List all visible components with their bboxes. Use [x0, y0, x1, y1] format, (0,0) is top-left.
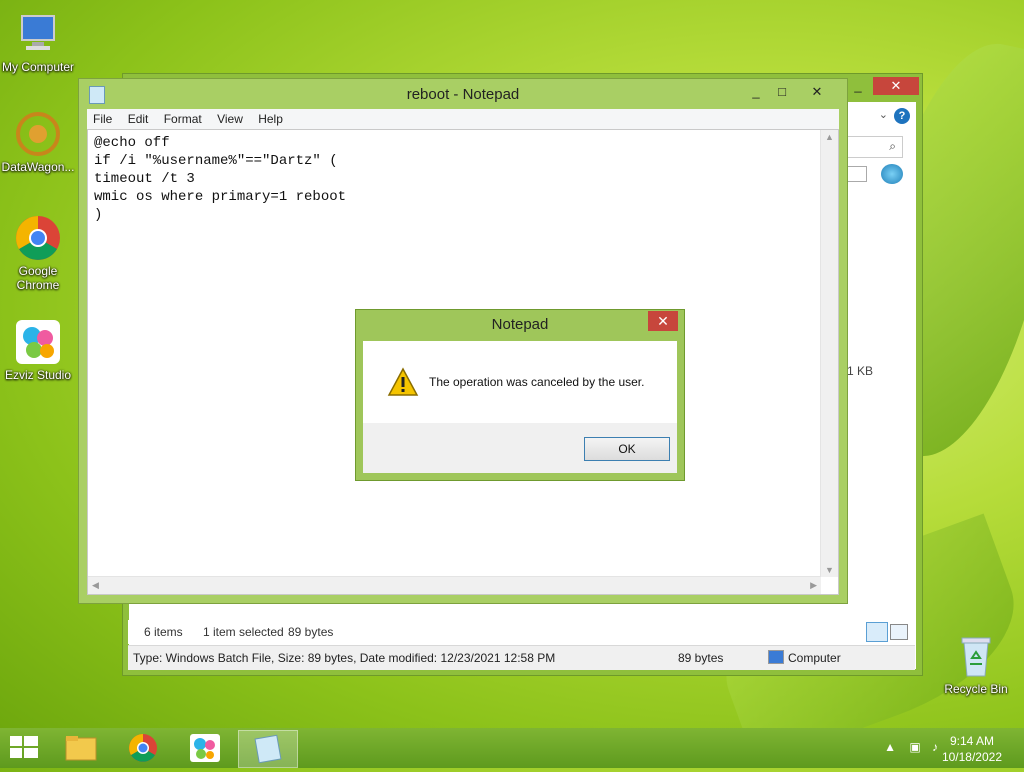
selection-count: 1 item selected	[203, 625, 284, 639]
clock-date: 10/18/2022	[941, 750, 1002, 764]
message-dialog: Notepad ✕ The operation was canceled by …	[355, 309, 685, 481]
taskbar-notepad[interactable]	[238, 730, 298, 768]
ezviz-icon	[14, 318, 62, 366]
computer-icon	[14, 10, 62, 58]
system-tray: ▲ ▣ ♪	[884, 740, 938, 754]
close-icon[interactable]: ✕	[873, 77, 919, 95]
file-details: Type: Windows Batch File, Size: 89 bytes…	[133, 651, 556, 665]
desktop-icon-datawagon[interactable]: DataWagon...	[0, 110, 76, 174]
dialog-body: The operation was canceled by the user. …	[363, 341, 677, 473]
desktop-icon-label: My Computer	[1, 60, 75, 74]
network-icon[interactable]: ▣	[909, 740, 920, 754]
chevron-down-icon[interactable]: ⌄	[879, 108, 888, 121]
desktop-icon-google-chrome[interactable]: Google Chrome	[0, 214, 76, 292]
show-hidden-icons-icon[interactable]: ▲	[884, 740, 896, 754]
shell-icon[interactable]	[881, 164, 903, 184]
dialog-footer: OK	[363, 423, 677, 473]
maximize-icon[interactable]: □	[769, 83, 795, 101]
vertical-scrollbar[interactable]: ▲ ▼	[820, 130, 838, 577]
view-options-icon[interactable]	[845, 166, 867, 182]
scroll-right-icon[interactable]: ▶	[810, 580, 817, 591]
explorer-status-bar: 6 items 1 item selected 89 bytes	[128, 620, 908, 644]
desktop-icon-label: Recycle Bin	[944, 682, 1008, 696]
clock-time: 9:14 AM	[949, 734, 994, 748]
computer-icon	[768, 650, 784, 664]
scroll-left-icon[interactable]: ◀	[92, 580, 99, 591]
help-icon[interactable]: ?	[894, 108, 910, 124]
scroll-up-icon[interactable]: ▲	[825, 132, 834, 142]
clock[interactable]: 9:14 AM 10/18/2022	[942, 733, 1002, 765]
folder-icon	[65, 736, 97, 761]
details-status-bar: Type: Windows Batch File, Size: 89 bytes…	[128, 645, 915, 670]
scroll-down-icon[interactable]: ▼	[825, 565, 834, 575]
search-icon: ⌕	[889, 139, 896, 153]
chrome-icon	[14, 214, 62, 262]
minimize-icon[interactable]: _	[743, 83, 769, 101]
dialog-title: Notepad	[491, 316, 549, 333]
horizontal-scrollbar[interactable]: ◀ ▶	[88, 576, 821, 594]
taskbar-ezviz[interactable]	[176, 730, 234, 766]
menu-bar: File Edit Format View Help	[87, 109, 839, 129]
close-icon[interactable]: ✕	[648, 311, 678, 331]
editor-content: @echo off if /i "%username%"=="Dartz" ( …	[94, 135, 347, 223]
desktop-icon-my-computer[interactable]: My Computer	[0, 10, 76, 74]
window-title: reboot - Notepad	[406, 86, 520, 103]
ok-button[interactable]: OK	[584, 437, 670, 461]
desktop-icon-recycle-bin[interactable]: Recycle Bin	[938, 632, 1014, 696]
menu-file[interactable]: File	[87, 109, 118, 126]
desktop-icon-ezviz-studio[interactable]: Ezviz Studio	[0, 318, 76, 382]
desktop-icon-label: Ezviz Studio	[4, 368, 72, 382]
notepad-title-bar[interactable]: reboot - Notepad _ □ ✕	[79, 79, 847, 109]
taskbar-chrome[interactable]	[114, 730, 172, 766]
start-button[interactable]	[10, 736, 38, 760]
file-size: 89 bytes	[678, 651, 724, 665]
desktop-icon-label: Google Chrome	[16, 264, 60, 292]
menu-format[interactable]: Format	[158, 109, 208, 126]
chrome-icon	[129, 734, 157, 762]
file-size-cell: 1 KB	[847, 364, 874, 378]
taskbar-file-explorer[interactable]	[52, 730, 110, 766]
notepad-icon	[254, 734, 282, 764]
menu-help[interactable]: Help	[252, 109, 289, 126]
close-icon[interactable]: ✕	[795, 83, 839, 101]
item-count: 6 items	[144, 625, 183, 639]
dialog-message: The operation was canceled by the user.	[429, 375, 645, 389]
windows-logo-icon	[10, 736, 38, 758]
details-view-icon[interactable]	[866, 622, 888, 642]
warning-icon	[387, 367, 419, 397]
taskbar: ▲ ▣ ♪ 9:14 AM 10/18/2022	[0, 728, 1024, 768]
location-label: Computer	[788, 651, 841, 665]
datawagon-icon	[14, 110, 62, 158]
large-icons-view-icon[interactable]	[890, 624, 908, 640]
desktop-icon-label: DataWagon...	[1, 160, 75, 174]
volume-icon[interactable]: ♪	[932, 740, 938, 754]
menu-edit[interactable]: Edit	[122, 109, 155, 126]
recycle-bin-icon	[952, 632, 1000, 680]
search-input[interactable]: ⌕	[845, 136, 903, 158]
menu-view[interactable]: View	[211, 109, 249, 126]
selection-size: 89 bytes	[288, 625, 334, 639]
ezviz-icon	[190, 734, 220, 762]
